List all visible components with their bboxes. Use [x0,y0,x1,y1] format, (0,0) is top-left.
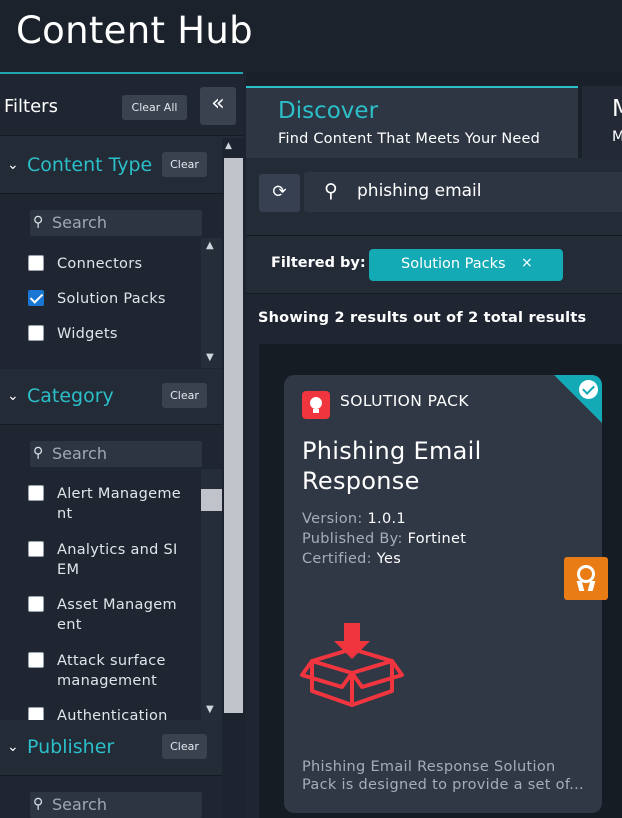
main-search-input[interactable]: ⚲ phishing email [304,172,622,212]
scroll-up-icon[interactable]: ▲ [225,141,232,151]
scroll-up-icon[interactable]: ▲ [206,240,214,251]
publisher-value: Fortinet [407,531,467,547]
search-icon: ⚲ [33,214,44,230]
version-label: Version: [302,511,363,527]
publisher-label: Published By: [302,531,403,547]
certified-award-icon [564,557,608,600]
filter-chip-solution-packs[interactable]: Solution Packs × [369,249,563,281]
title-bar: Content Hub [0,0,622,72]
card-version: Version: 1.0.1 [302,511,406,527]
section-header-content-type[interactable]: ⌄ Content Type Clear [0,138,222,194]
filters-sidebar: Filters Clear All « ▲ ⌄ Content Type Cle… [0,72,243,818]
chevron-down-icon[interactable]: ⌄ [7,388,19,404]
tab-discover[interactable]: Discover Find Content That Meets Your Ne… [246,86,578,158]
search-icon: ⚲ [324,180,338,202]
lightbulb-icon [302,391,330,419]
section-body-category: ⚲ Search ▼ Alert Manageme nt Analytics a… [0,425,222,724]
app-title: Content Hub [16,9,253,52]
checkbox-label: Solution Packs [57,291,166,307]
checkbox[interactable] [28,325,44,341]
main-panel: Discover Find Content That Meets Your Ne… [246,72,622,818]
sidebar-scrollbar-thumb[interactable] [224,158,243,713]
refresh-icon[interactable]: ⟳ [259,174,300,212]
checkbox-label: Attack surface management [57,653,166,689]
collapse-sidebar-icon[interactable]: « [200,87,236,125]
version-value: 1.0.1 [367,511,406,527]
filtered-by-label: Filtered by: [271,255,366,271]
content-type-search-input[interactable]: ⚲ Search [30,210,202,236]
content-type-scrollbar[interactable]: ▲ ▼ [201,238,222,368]
results-count: Showing 2 results out of 2 total results [258,310,587,326]
checkbox[interactable] [28,596,44,612]
search-placeholder: Search [52,213,107,232]
section-body-content-type: ⚲ Search ▲ ▼ Connectors Solution Packs W… [0,194,222,369]
card-certified: Certified: Yes [302,551,401,567]
chevron-down-icon[interactable]: ⌄ [7,739,19,755]
tab-bar: Discover Find Content That Meets Your Ne… [246,72,622,158]
check-circle-icon [579,380,598,399]
card-type-label: SOLUTION PACK [340,392,469,410]
card-publisher: Published By: Fortinet [302,531,466,547]
checkbox-label: Alert Manageme nt [57,486,181,522]
scroll-down-icon[interactable]: ▼ [206,704,214,715]
section-header-category[interactable]: ⌄ Category Clear [0,369,222,425]
content-card[interactable]: SOLUTION PACK Phishing Email Response Ve… [284,375,602,813]
certified-value: Yes [376,551,402,567]
card-description: Phishing Email Response Solution Pack is… [302,759,584,793]
tab-manage-label[interactable]: M [612,96,622,122]
search-placeholder: Search [52,795,107,814]
tab-manage-sublabel[interactable]: M [612,129,622,145]
publisher-search-input[interactable]: ⚲ Search [30,792,202,818]
checkbox-label: Asset Managem ent [57,597,177,633]
clear-content-type-button[interactable]: Clear [162,152,207,177]
checkbox[interactable] [28,652,44,668]
checkbox-label: Widgets [57,326,118,342]
search-icon: ⚲ [33,796,44,812]
checkbox-label: Analytics and SI EM [57,542,178,578]
checkbox-checked[interactable] [28,290,44,306]
tab-discover-sublabel[interactable]: Find Content That Meets Your Need [278,131,540,147]
section-header-publisher[interactable]: ⌄ Publisher Clear [0,720,222,776]
search-placeholder: Search [52,444,107,463]
checkbox[interactable] [28,541,44,557]
search-icon: ⚲ [33,445,44,461]
close-icon[interactable]: × [521,255,533,271]
clear-publisher-button[interactable]: Clear [162,734,207,759]
card-title[interactable]: Phishing Email Response [302,436,582,496]
checkbox-label: Connectors [57,256,143,272]
filters-header: Filters Clear All « [0,74,243,136]
active-filters-bar: Filtered by: Solution Packs × [246,236,622,294]
search-toolbar: ⟳ ⚲ phishing email [246,158,622,236]
clear-category-button[interactable]: Clear [162,383,207,408]
sidebar-resize-handle[interactable] [201,489,222,511]
section-title-category[interactable]: Category [27,385,114,407]
tab-discover-label[interactable]: Discover [278,98,378,124]
sidebar-scrollbar[interactable]: ▲ [222,138,243,818]
certified-label: Certified: [302,551,372,567]
search-value[interactable]: phishing email [357,181,482,201]
category-search-input[interactable]: ⚲ Search [30,441,202,467]
clear-all-button[interactable]: Clear All [122,95,187,120]
chevron-down-icon[interactable]: ⌄ [7,157,19,173]
scroll-down-icon[interactable]: ▼ [206,352,214,363]
section-title-publisher[interactable]: Publisher [27,736,114,758]
filter-chip-label: Solution Packs [401,256,506,272]
section-body-publisher: ⚲ Search [0,776,222,818]
checkbox[interactable] [28,255,44,271]
filters-title: Filters [4,96,58,117]
tab-manage[interactable]: M M [582,86,622,158]
box-download-icon [300,623,404,707]
section-title-content-type[interactable]: Content Type [27,154,152,176]
checkbox[interactable] [28,485,44,501]
